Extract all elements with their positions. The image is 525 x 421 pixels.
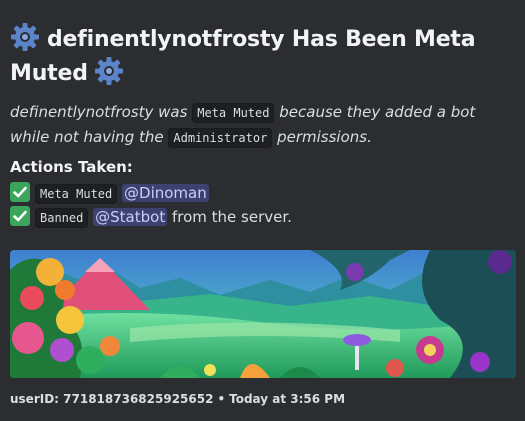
footer-separator: •	[217, 392, 226, 406]
action-code: Banned	[35, 208, 89, 228]
checkmark-icon	[10, 182, 30, 202]
action-item: Meta Muted @Dinoman	[10, 181, 209, 206]
permission-code: Administrator	[168, 128, 273, 148]
embed-footer: userID: 771818736825925652 • Today at 3:56…	[10, 392, 345, 406]
footer-user-id: userID: 771818736825925652	[10, 392, 214, 406]
checkmark-icon	[10, 206, 30, 226]
description-was: was	[158, 103, 188, 121]
embed-title: definentlynotfrosty Has Been Meta Muted	[10, 22, 510, 90]
action-code: Meta Muted	[35, 184, 118, 204]
description-user: definentlynotfrosty	[10, 103, 154, 121]
gear-icon	[94, 56, 124, 86]
action-suffix: from the server.	[171, 208, 292, 226]
embed-description: definentlynotfrosty was Meta Muted becau…	[10, 100, 515, 150]
description-permissions: permissions.	[277, 128, 372, 146]
embed-banner-image[interactable]	[10, 250, 516, 378]
moderation-embed: definentlynotfrosty Has Been Meta Muted	[0, 0, 525, 421]
footer-timestamp: Today at 3:56 PM	[229, 392, 346, 406]
embed-title-text: definentlynotfrosty Has Been Meta Muted	[10, 27, 476, 86]
gear-icon	[10, 22, 40, 52]
action-code: Meta Muted	[192, 103, 275, 123]
action-item: Banned @Statbot from the server.	[10, 205, 292, 230]
user-mention[interactable]: @Dinoman	[122, 184, 209, 202]
actions-title: Actions Taken:	[10, 158, 133, 176]
user-mention[interactable]: @Statbot	[93, 208, 168, 226]
